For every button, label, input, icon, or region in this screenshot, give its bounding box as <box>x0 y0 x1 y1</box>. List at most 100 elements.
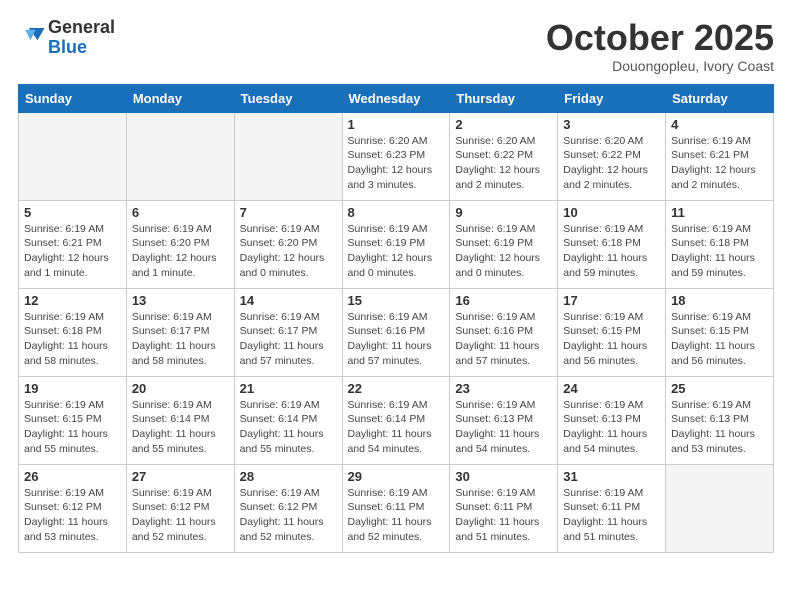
day-info: Sunrise: 6:19 AMSunset: 6:13 PMDaylight:… <box>455 398 552 457</box>
day-number: 22 <box>348 381 445 396</box>
col-thursday: Thursday <box>450 84 558 112</box>
day-info: Sunrise: 6:20 AMSunset: 6:22 PMDaylight:… <box>563 134 660 193</box>
day-info: Sunrise: 6:19 AMSunset: 6:15 PMDaylight:… <box>563 310 660 369</box>
day-number: 6 <box>132 205 229 220</box>
day-cell-w4-d3: 21 Sunrise: 6:19 AMSunset: 6:14 PMDayligh… <box>234 376 342 464</box>
day-cell-w3-d3: 14 Sunrise: 6:19 AMSunset: 6:17 PMDayligh… <box>234 288 342 376</box>
col-sunday: Sunday <box>19 84 127 112</box>
day-cell-w2-d7: 11 Sunrise: 6:19 AMSunset: 6:18 PMDayligh… <box>666 200 774 288</box>
day-info: Sunrise: 6:19 AMSunset: 6:13 PMDaylight:… <box>563 398 660 457</box>
day-cell-w5-d3: 28 Sunrise: 6:19 AMSunset: 6:12 PMDayligh… <box>234 464 342 552</box>
day-info: Sunrise: 6:19 AMSunset: 6:14 PMDaylight:… <box>348 398 445 457</box>
week-row-5: 26 Sunrise: 6:19 AMSunset: 6:12 PMDayligh… <box>19 464 774 552</box>
day-info: Sunrise: 6:19 AMSunset: 6:14 PMDaylight:… <box>240 398 337 457</box>
day-cell-w5-d4: 29 Sunrise: 6:19 AMSunset: 6:11 PMDayligh… <box>342 464 450 552</box>
day-number: 25 <box>671 381 768 396</box>
day-number: 14 <box>240 293 337 308</box>
day-cell-w1-d2 <box>126 112 234 200</box>
day-number: 28 <box>240 469 337 484</box>
calendar-header-row: Sunday Monday Tuesday Wednesday Thursday… <box>19 84 774 112</box>
day-info: Sunrise: 6:19 AMSunset: 6:15 PMDaylight:… <box>24 398 121 457</box>
day-cell-w1-d3 <box>234 112 342 200</box>
col-tuesday: Tuesday <box>234 84 342 112</box>
day-number: 29 <box>348 469 445 484</box>
day-cell-w1-d7: 4Sunrise: 6:19 AMSunset: 6:21 PMDaylight… <box>666 112 774 200</box>
day-number: 2 <box>455 117 552 132</box>
week-row-1: 1Sunrise: 6:20 AMSunset: 6:23 PMDaylight… <box>19 112 774 200</box>
day-info: Sunrise: 6:19 AMSunset: 6:12 PMDaylight:… <box>240 486 337 545</box>
day-number: 19 <box>24 381 121 396</box>
day-info: Sunrise: 6:19 AMSunset: 6:16 PMDaylight:… <box>455 310 552 369</box>
day-info: Sunrise: 6:19 AMSunset: 6:18 PMDaylight:… <box>671 222 768 281</box>
day-info: Sunrise: 6:19 AMSunset: 6:20 PMDaylight:… <box>132 222 229 281</box>
day-cell-w2-d3: 7 Sunrise: 6:19 AMSunset: 6:20 PMDaylight… <box>234 200 342 288</box>
day-cell-w4-d2: 20Sunrise: 6:19 AMSunset: 6:14 PMDayligh… <box>126 376 234 464</box>
day-cell-w2-d5: 9Sunrise: 6:19 AMSunset: 6:19 PMDaylight… <box>450 200 558 288</box>
day-number: 27 <box>132 469 229 484</box>
day-info: Sunrise: 6:19 AMSunset: 6:16 PMDaylight:… <box>348 310 445 369</box>
col-monday: Monday <box>126 84 234 112</box>
day-info: Sunrise: 6:20 AMSunset: 6:22 PMDaylight:… <box>455 134 552 193</box>
day-cell-w4-d5: 23 Sunrise: 6:19 AMSunset: 6:13 PMDayligh… <box>450 376 558 464</box>
col-friday: Friday <box>558 84 666 112</box>
day-cell-w4-d6: 24 Sunrise: 6:19 AMSunset: 6:13 PMDayligh… <box>558 376 666 464</box>
day-number: 24 <box>563 381 660 396</box>
col-wednesday: Wednesday <box>342 84 450 112</box>
day-info: Sunrise: 6:19 AMSunset: 6:20 PMDaylight:… <box>240 222 337 281</box>
day-number: 13 <box>132 293 229 308</box>
day-cell-w1-d1 <box>19 112 127 200</box>
day-info: Sunrise: 6:19 AMSunset: 6:11 PMDaylight:… <box>348 486 445 545</box>
day-cell-w5-d1: 26Sunrise: 6:19 AMSunset: 6:12 PMDayligh… <box>19 464 127 552</box>
day-number: 1 <box>348 117 445 132</box>
week-row-2: 5Sunrise: 6:19 AMSunset: 6:21 PMDaylight… <box>19 200 774 288</box>
day-cell-w5-d5: 30 Sunrise: 6:19 AMSunset: 6:11 PMDayligh… <box>450 464 558 552</box>
month-title: October 2025 <box>546 18 774 58</box>
col-saturday: Saturday <box>666 84 774 112</box>
day-info: Sunrise: 6:19 AMSunset: 6:17 PMDaylight:… <box>132 310 229 369</box>
day-number: 4 <box>671 117 768 132</box>
day-number: 26 <box>24 469 121 484</box>
day-cell-w4-d7: 25Sunrise: 6:19 AMSunset: 6:13 PMDayligh… <box>666 376 774 464</box>
day-cell-w2-d2: 6 Sunrise: 6:19 AMSunset: 6:20 PMDaylight… <box>126 200 234 288</box>
day-info: Sunrise: 6:19 AMSunset: 6:19 PMDaylight:… <box>348 222 445 281</box>
logo-text: General Blue <box>48 18 115 58</box>
day-number: 30 <box>455 469 552 484</box>
day-cell-w1-d5: 2 Sunrise: 6:20 AMSunset: 6:22 PMDaylight… <box>450 112 558 200</box>
day-number: 17 <box>563 293 660 308</box>
header: General Blue October 2025 Douongopleu, I… <box>18 18 774 74</box>
day-info: Sunrise: 6:19 AMSunset: 6:17 PMDaylight:… <box>240 310 337 369</box>
day-number: 15 <box>348 293 445 308</box>
day-info: Sunrise: 6:19 AMSunset: 6:12 PMDaylight:… <box>132 486 229 545</box>
day-cell-w3-d5: 16 Sunrise: 6:19 AMSunset: 6:16 PMDayligh… <box>450 288 558 376</box>
day-number: 23 <box>455 381 552 396</box>
day-cell-w3-d4: 15 Sunrise: 6:19 AMSunset: 6:16 PMDayligh… <box>342 288 450 376</box>
day-info: Sunrise: 6:19 AMSunset: 6:19 PMDaylight:… <box>455 222 552 281</box>
day-cell-w3-d2: 13 Sunrise: 6:19 AMSunset: 6:17 PMDayligh… <box>126 288 234 376</box>
day-cell-w5-d7 <box>666 464 774 552</box>
day-number: 10 <box>563 205 660 220</box>
day-cell-w2-d1: 5Sunrise: 6:19 AMSunset: 6:21 PMDaylight… <box>19 200 127 288</box>
calendar: Sunday Monday Tuesday Wednesday Thursday… <box>18 84 774 553</box>
day-cell-w4-d4: 22 Sunrise: 6:19 AMSunset: 6:14 PMDayligh… <box>342 376 450 464</box>
day-cell-w5-d6: 31Sunrise: 6:19 AMSunset: 6:11 PMDayligh… <box>558 464 666 552</box>
logo-blue: Blue <box>48 37 87 57</box>
day-info: Sunrise: 6:19 AMSunset: 6:11 PMDaylight:… <box>455 486 552 545</box>
day-cell-w3-d7: 18Sunrise: 6:19 AMSunset: 6:15 PMDayligh… <box>666 288 774 376</box>
day-number: 7 <box>240 205 337 220</box>
day-info: Sunrise: 6:19 AMSunset: 6:18 PMDaylight:… <box>24 310 121 369</box>
day-cell-w4-d1: 19 Sunrise: 6:19 AMSunset: 6:15 PMDayligh… <box>19 376 127 464</box>
day-number: 3 <box>563 117 660 132</box>
day-cell-w3-d6: 17 Sunrise: 6:19 AMSunset: 6:15 PMDayligh… <box>558 288 666 376</box>
day-number: 16 <box>455 293 552 308</box>
day-cell-w2-d6: 10Sunrise: 6:19 AMSunset: 6:18 PMDayligh… <box>558 200 666 288</box>
day-number: 11 <box>671 205 768 220</box>
day-cell-w2-d4: 8Sunrise: 6:19 AMSunset: 6:19 PMDaylight… <box>342 200 450 288</box>
week-row-3: 12Sunrise: 6:19 AMSunset: 6:18 PMDayligh… <box>19 288 774 376</box>
day-info: Sunrise: 6:19 AMSunset: 6:11 PMDaylight:… <box>563 486 660 545</box>
day-cell-w3-d1: 12Sunrise: 6:19 AMSunset: 6:18 PMDayligh… <box>19 288 127 376</box>
location-subtitle: Douongopleu, Ivory Coast <box>546 58 774 74</box>
day-cell-w1-d6: 3 Sunrise: 6:20 AMSunset: 6:22 PMDaylight… <box>558 112 666 200</box>
page: General Blue October 2025 Douongopleu, I… <box>0 0 792 571</box>
day-number: 21 <box>240 381 337 396</box>
logo-icon <box>20 21 48 49</box>
